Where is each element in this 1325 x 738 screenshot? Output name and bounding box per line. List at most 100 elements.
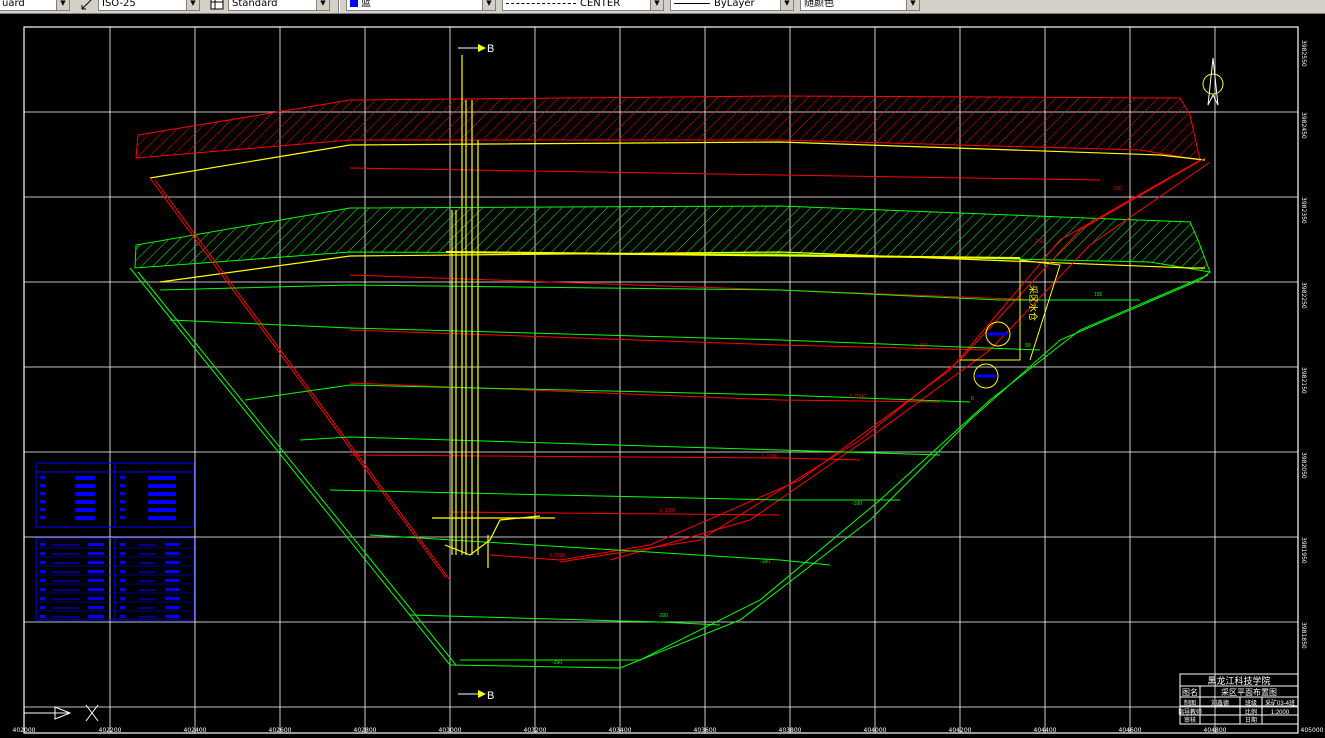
x-axis-label: 403000: [439, 727, 462, 734]
title-cell: 制图: [1184, 699, 1196, 707]
linetype-sample: [506, 2, 576, 4]
section-label-bottom: B: [487, 690, 494, 702]
drawing-svg[interactable]: 采区水仓 B B 黑龙江科技学院 图名 采区平面布置图 制图 刘鑫德 班级 采矿…: [0, 14, 1325, 738]
legend-mark: [75, 508, 95, 512]
legend-mark: [165, 579, 179, 582]
contour-label: L-2500: [550, 553, 566, 559]
legend-mark: [165, 561, 179, 564]
legend-mark: [75, 484, 95, 488]
contour-label: -160: [760, 559, 770, 565]
contour-label: L-2000: [660, 508, 676, 514]
title-cell: 比例: [1245, 708, 1257, 716]
legend-mark: [75, 500, 95, 504]
legend-mark: [120, 508, 125, 511]
chevron-down-icon[interactable]: ▼: [186, 0, 199, 10]
chevron-down-icon[interactable]: ▼: [56, 0, 69, 10]
legend-mark: [165, 606, 179, 609]
title-cell: 1:2000: [1271, 710, 1290, 716]
title-cell: 指导教师: [1178, 708, 1202, 716]
color-value: 随颜色: [804, 0, 834, 9]
legend-mark: [120, 615, 125, 618]
y-axis-label: 3982250: [1300, 282, 1307, 309]
y-axis-label: 3982450: [1300, 112, 1307, 139]
legend-mark: [120, 579, 125, 582]
contour-label: L-1500: [762, 454, 778, 460]
legend-mark: [148, 516, 176, 520]
legend-mark: [40, 492, 45, 495]
legend-mark: [40, 508, 45, 511]
legend-mark: [88, 579, 104, 582]
section-label-top: B: [487, 43, 494, 55]
legend-table-1: [35, 462, 195, 528]
x-axis-label: 403600: [694, 727, 717, 734]
legend-mark: [40, 516, 45, 519]
chevron-down-icon[interactable]: ▼: [482, 0, 495, 10]
color-combo[interactable]: 随颜色 ▼: [800, 0, 920, 11]
legend-mark: [40, 606, 45, 609]
legend-mark: [120, 561, 125, 564]
legend-mark: [165, 615, 179, 618]
legend-mark: [120, 484, 125, 487]
table-style-value: Standard: [232, 0, 278, 9]
title-name-label: 图名: [1182, 687, 1198, 697]
legend-mark: [40, 484, 45, 487]
legend-mark: [148, 476, 176, 480]
legend-mark: [75, 516, 95, 520]
contour-label: -250: [1034, 239, 1044, 245]
legend-mark: [40, 588, 45, 591]
lineweight-sample: [674, 2, 710, 4]
legend-mark: [40, 597, 45, 600]
legend-mark: [88, 552, 104, 555]
legend-mark: [120, 588, 125, 591]
y-axis-label: 3982050: [1300, 452, 1307, 479]
table-style-icon[interactable]: [210, 0, 224, 11]
contour-label: -150: [1112, 186, 1122, 192]
linetype-value: CENTER: [580, 0, 621, 9]
properties-toolbar: uard ▼ ISO-25 ▼ Standard ▼ 蓝 ▼ CENTER ▼ …: [0, 0, 1325, 14]
legend-mark: [75, 476, 95, 480]
contour-label: L-1000: [850, 394, 866, 400]
y-axis-label: 3982150: [1300, 367, 1307, 394]
x-axis-label: 404400: [1034, 727, 1057, 734]
layer-combo[interactable]: 蓝 ▼: [346, 0, 496, 11]
contour-label: L-300: [915, 343, 928, 349]
y-axis-label: 3981950: [1300, 537, 1307, 564]
chevron-down-icon[interactable]: ▼: [780, 0, 793, 10]
x-axis-label: 403400: [609, 727, 632, 734]
legend-mark: [40, 615, 45, 618]
dimension-style-combo[interactable]: ISO-25 ▼: [98, 0, 200, 11]
lineweight-combo[interactable]: ByLayer ▼: [670, 0, 794, 11]
legend-mark: [40, 543, 45, 546]
y-axis-label: 3982350: [1300, 197, 1307, 224]
legend-mark: [165, 570, 179, 573]
dimension-style-value: ISO-25: [102, 0, 136, 9]
legend-mark: [165, 543, 179, 546]
legend-mark: [88, 606, 104, 609]
legend-mark: [120, 570, 125, 573]
y-axis-labels: 3982550 3982450 3982350 3982250 3982150 39820…: [1300, 40, 1307, 649]
toolbar-separator: [338, 0, 340, 13]
chevron-down-icon[interactable]: ▼: [316, 0, 329, 10]
x-axis-label: 402400: [184, 727, 207, 734]
legend-mark: [88, 570, 104, 573]
x-axis-label: 403800: [779, 727, 802, 734]
table-style-combo[interactable]: Standard ▼: [228, 0, 330, 11]
legend-mark: [120, 476, 125, 479]
pump-room-label: 采区水仓: [1027, 285, 1039, 321]
x-axis-label: 403200: [524, 727, 547, 734]
legend-mark: [120, 543, 125, 546]
x-axis-label: 404800: [1204, 727, 1227, 734]
section-marker-bottom: [458, 690, 486, 698]
legend-mark: [40, 500, 45, 503]
linetype-combo[interactable]: CENTER ▼: [502, 0, 664, 11]
text-style-combo[interactable]: uard ▼: [0, 0, 70, 11]
legend-mark: [88, 543, 104, 546]
legend-mark: [40, 570, 45, 573]
drawing-canvas[interactable]: 采区水仓 B B 黑龙江科技学院 图名 采区平面布置图 制图 刘鑫德 班级 采矿…: [0, 14, 1325, 738]
chevron-down-icon[interactable]: ▼: [650, 0, 663, 10]
green-contours: [129, 267, 1211, 669]
x-axis-label: 404600: [1119, 727, 1142, 734]
dimension-style-icon[interactable]: [80, 0, 94, 11]
chevron-down-icon[interactable]: ▼: [906, 0, 919, 10]
legend-mark: [88, 588, 104, 591]
